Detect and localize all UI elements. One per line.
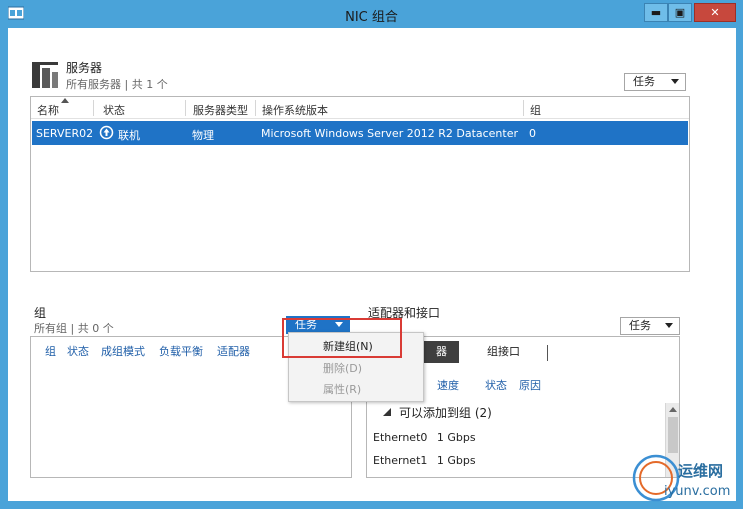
list-item[interactable]: Ethernet0 1 Gbps xyxy=(373,431,476,444)
col-divider xyxy=(93,100,94,116)
servers-subtitle: 所有服务器 | 共 1 个 xyxy=(66,78,168,91)
col-divider xyxy=(523,100,524,116)
col-teams[interactable]: 组 xyxy=(530,102,541,118)
minimize-button[interactable]: ▬ xyxy=(644,3,668,22)
cell-type: 物理 xyxy=(192,129,214,142)
col-divider xyxy=(185,100,186,116)
chevron-down-icon xyxy=(665,323,673,328)
teams-title: 组 xyxy=(34,306,47,320)
col-status[interactable]: 状态 xyxy=(103,102,125,118)
col-adapters[interactable]: 适配器 xyxy=(217,343,250,359)
col-adapter-status[interactable]: 状态 xyxy=(485,377,507,393)
adapter-speed: 1 Gbps xyxy=(436,431,476,444)
adapters-tasks-dropdown[interactable]: 任务 xyxy=(620,317,680,335)
cell-server-name: SERVER02 xyxy=(36,127,94,140)
maximize-button[interactable]: ▣ xyxy=(668,3,692,22)
title-bar[interactable]: NIC 组合 ▬ ▣ ✕ xyxy=(0,0,743,28)
col-server-type[interactable]: 服务器类型 xyxy=(193,102,248,118)
list-item[interactable]: Ethernet1 1 Gbps xyxy=(373,454,476,467)
group-label: 可以添加到组 (2) xyxy=(399,406,492,420)
col-name[interactable]: 名称 xyxy=(37,102,59,118)
window-title: NIC 组合 xyxy=(345,10,398,25)
servers-title: 服务器 xyxy=(66,61,103,75)
scroll-up-icon[interactable] xyxy=(669,407,677,412)
col-reason[interactable]: 原因 xyxy=(519,377,541,393)
col-speed[interactable]: 速度 xyxy=(437,377,459,393)
servers-header-row: 名称 状态 服务器类型 操作系统版本 组 xyxy=(31,97,689,119)
tab-divider xyxy=(547,345,548,361)
servers-tasks-label: 任务 xyxy=(633,75,655,88)
sort-up-icon xyxy=(61,98,69,103)
chevron-down-icon xyxy=(671,79,679,84)
menu-item-properties[interactable]: 属性(R) xyxy=(289,379,423,401)
watermark-name: 运维网 xyxy=(678,462,724,480)
scroll-thumb[interactable] xyxy=(668,417,678,453)
client-area: 服务器 所有服务器 | 共 1 个 任务 名称 状态 服务器类型 操作系统版本 … xyxy=(8,28,736,501)
adapter-name: Ethernet1 xyxy=(373,454,428,467)
close-button[interactable]: ✕ xyxy=(694,3,736,22)
online-status-icon xyxy=(99,125,114,140)
adapter-speed: 1 Gbps xyxy=(436,454,476,467)
server-icon xyxy=(32,62,58,88)
col-os-version[interactable]: 操作系统版本 xyxy=(262,102,328,118)
col-team[interactable]: 组 xyxy=(45,343,56,359)
highlight-box xyxy=(282,318,402,358)
collapse-triangle-icon[interactable] xyxy=(383,408,391,416)
servers-table: 名称 状态 服务器类型 操作系统版本 组 SERVER02 联机 物理 Micr… xyxy=(30,96,690,272)
tab-team-interfaces[interactable]: 组接口 xyxy=(487,341,520,363)
adapters-tasks-label: 任务 xyxy=(629,319,651,332)
teams-subtitle: 所有组 | 共 0 个 xyxy=(34,322,114,335)
cell-status: 联机 xyxy=(118,129,140,142)
col-teaming-mode[interactable]: 成组模式 xyxy=(101,343,145,359)
col-divider xyxy=(255,100,256,116)
table-row[interactable]: SERVER02 联机 物理 Microsoft Windows Server … xyxy=(32,121,688,145)
menu-item-delete[interactable]: 删除(D) xyxy=(289,358,423,380)
watermark-logo: 运维网 iyunv.com xyxy=(630,452,738,504)
nic-teaming-window: NIC 组合 ▬ ▣ ✕ 服务器 所有服务器 | 共 1 个 任务 名称 状态 … xyxy=(0,0,743,509)
cell-os: Microsoft Windows Server 2012 R2 Datacen… xyxy=(261,127,519,140)
servers-tasks-dropdown[interactable]: 任务 xyxy=(624,73,686,91)
cell-teams: 0 xyxy=(529,127,536,140)
col-load-balancing[interactable]: 负载平衡 xyxy=(159,343,203,359)
adapter-name: Ethernet0 xyxy=(373,431,428,444)
col-team-status[interactable]: 状态 xyxy=(67,343,89,359)
watermark-url: iyunv.com xyxy=(664,484,731,499)
